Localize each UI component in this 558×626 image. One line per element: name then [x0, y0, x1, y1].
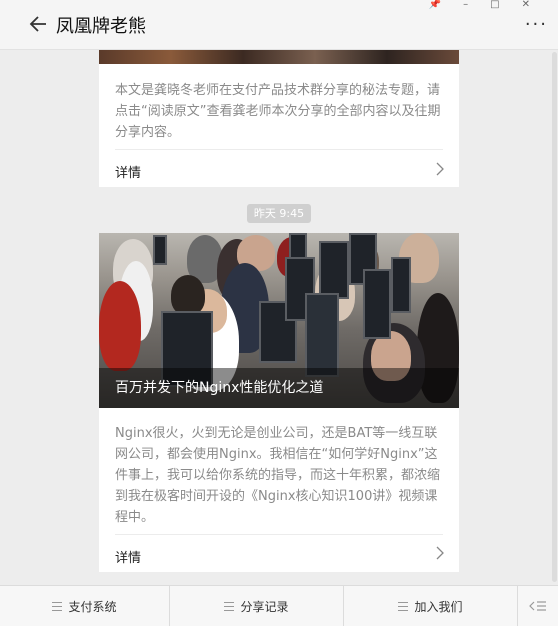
message-timestamp: 昨天 9:45	[247, 204, 311, 223]
pin-icon[interactable]: 📌	[429, 0, 441, 10]
maximize-icon[interactable]: □	[490, 0, 499, 10]
menu-icon	[224, 601, 235, 611]
keyboard-switch-icon[interactable]	[518, 586, 558, 626]
article-cover-image[interactable]: 百万并发下的Nginx性能优化之道	[99, 233, 459, 408]
detail-link[interactable]: 详情	[115, 162, 141, 181]
chevron-right-icon	[436, 162, 444, 176]
minimize-icon[interactable]: –	[463, 0, 468, 10]
bottom-menu: 支付系统 分享记录 加入我们	[0, 585, 558, 626]
menu-icon	[52, 601, 63, 611]
detail-link[interactable]: 详情	[115, 547, 141, 566]
article-cover-image	[99, 50, 459, 64]
window-controls: 📌 – □ ✕	[429, 0, 530, 10]
chevron-right-icon	[436, 546, 444, 560]
article-card[interactable]: 本文是龚晓冬老师在支付产品技术群分享的秘法专题，请点击“阅读原文”查看龚老师本次…	[99, 50, 459, 187]
divider	[115, 534, 443, 535]
page-title: 凤凰牌老熊	[56, 16, 146, 37]
menu-item-label: 加入我们	[414, 599, 463, 614]
menu-item-label: 支付系统	[68, 599, 117, 614]
divider	[115, 149, 443, 150]
menu-item-payment-system[interactable]: 支付系统	[0, 586, 170, 626]
article-title[interactable]: 百万并发下的Nginx性能优化之道	[115, 377, 323, 397]
article-description: 本文是龚晓冬老师在支付产品技术群分享的秘法专题，请点击“阅读原文”查看龚老师本次…	[115, 83, 441, 140]
article-description: Nginx很火，火到无论是创业公司，还是BAT等一线互联网公司，都会使用Ngin…	[115, 426, 441, 525]
menu-item-join-us[interactable]: 加入我们	[344, 586, 518, 626]
more-options-icon[interactable]: ···	[525, 14, 548, 35]
article-card[interactable]: 百万并发下的Nginx性能优化之道 Nginx很火，火到无论是创业公司，还是BA…	[99, 233, 459, 572]
back-arrow-icon[interactable]	[28, 13, 50, 35]
scrollbar-track[interactable]	[552, 52, 557, 582]
top-bar: 凤凰牌老熊 📌 – □ ✕ ···	[0, 0, 558, 50]
close-icon[interactable]: ✕	[522, 0, 530, 10]
menu-icon	[398, 601, 409, 611]
menu-item-label: 分享记录	[240, 599, 289, 614]
menu-item-share-records[interactable]: 分享记录	[170, 586, 344, 626]
